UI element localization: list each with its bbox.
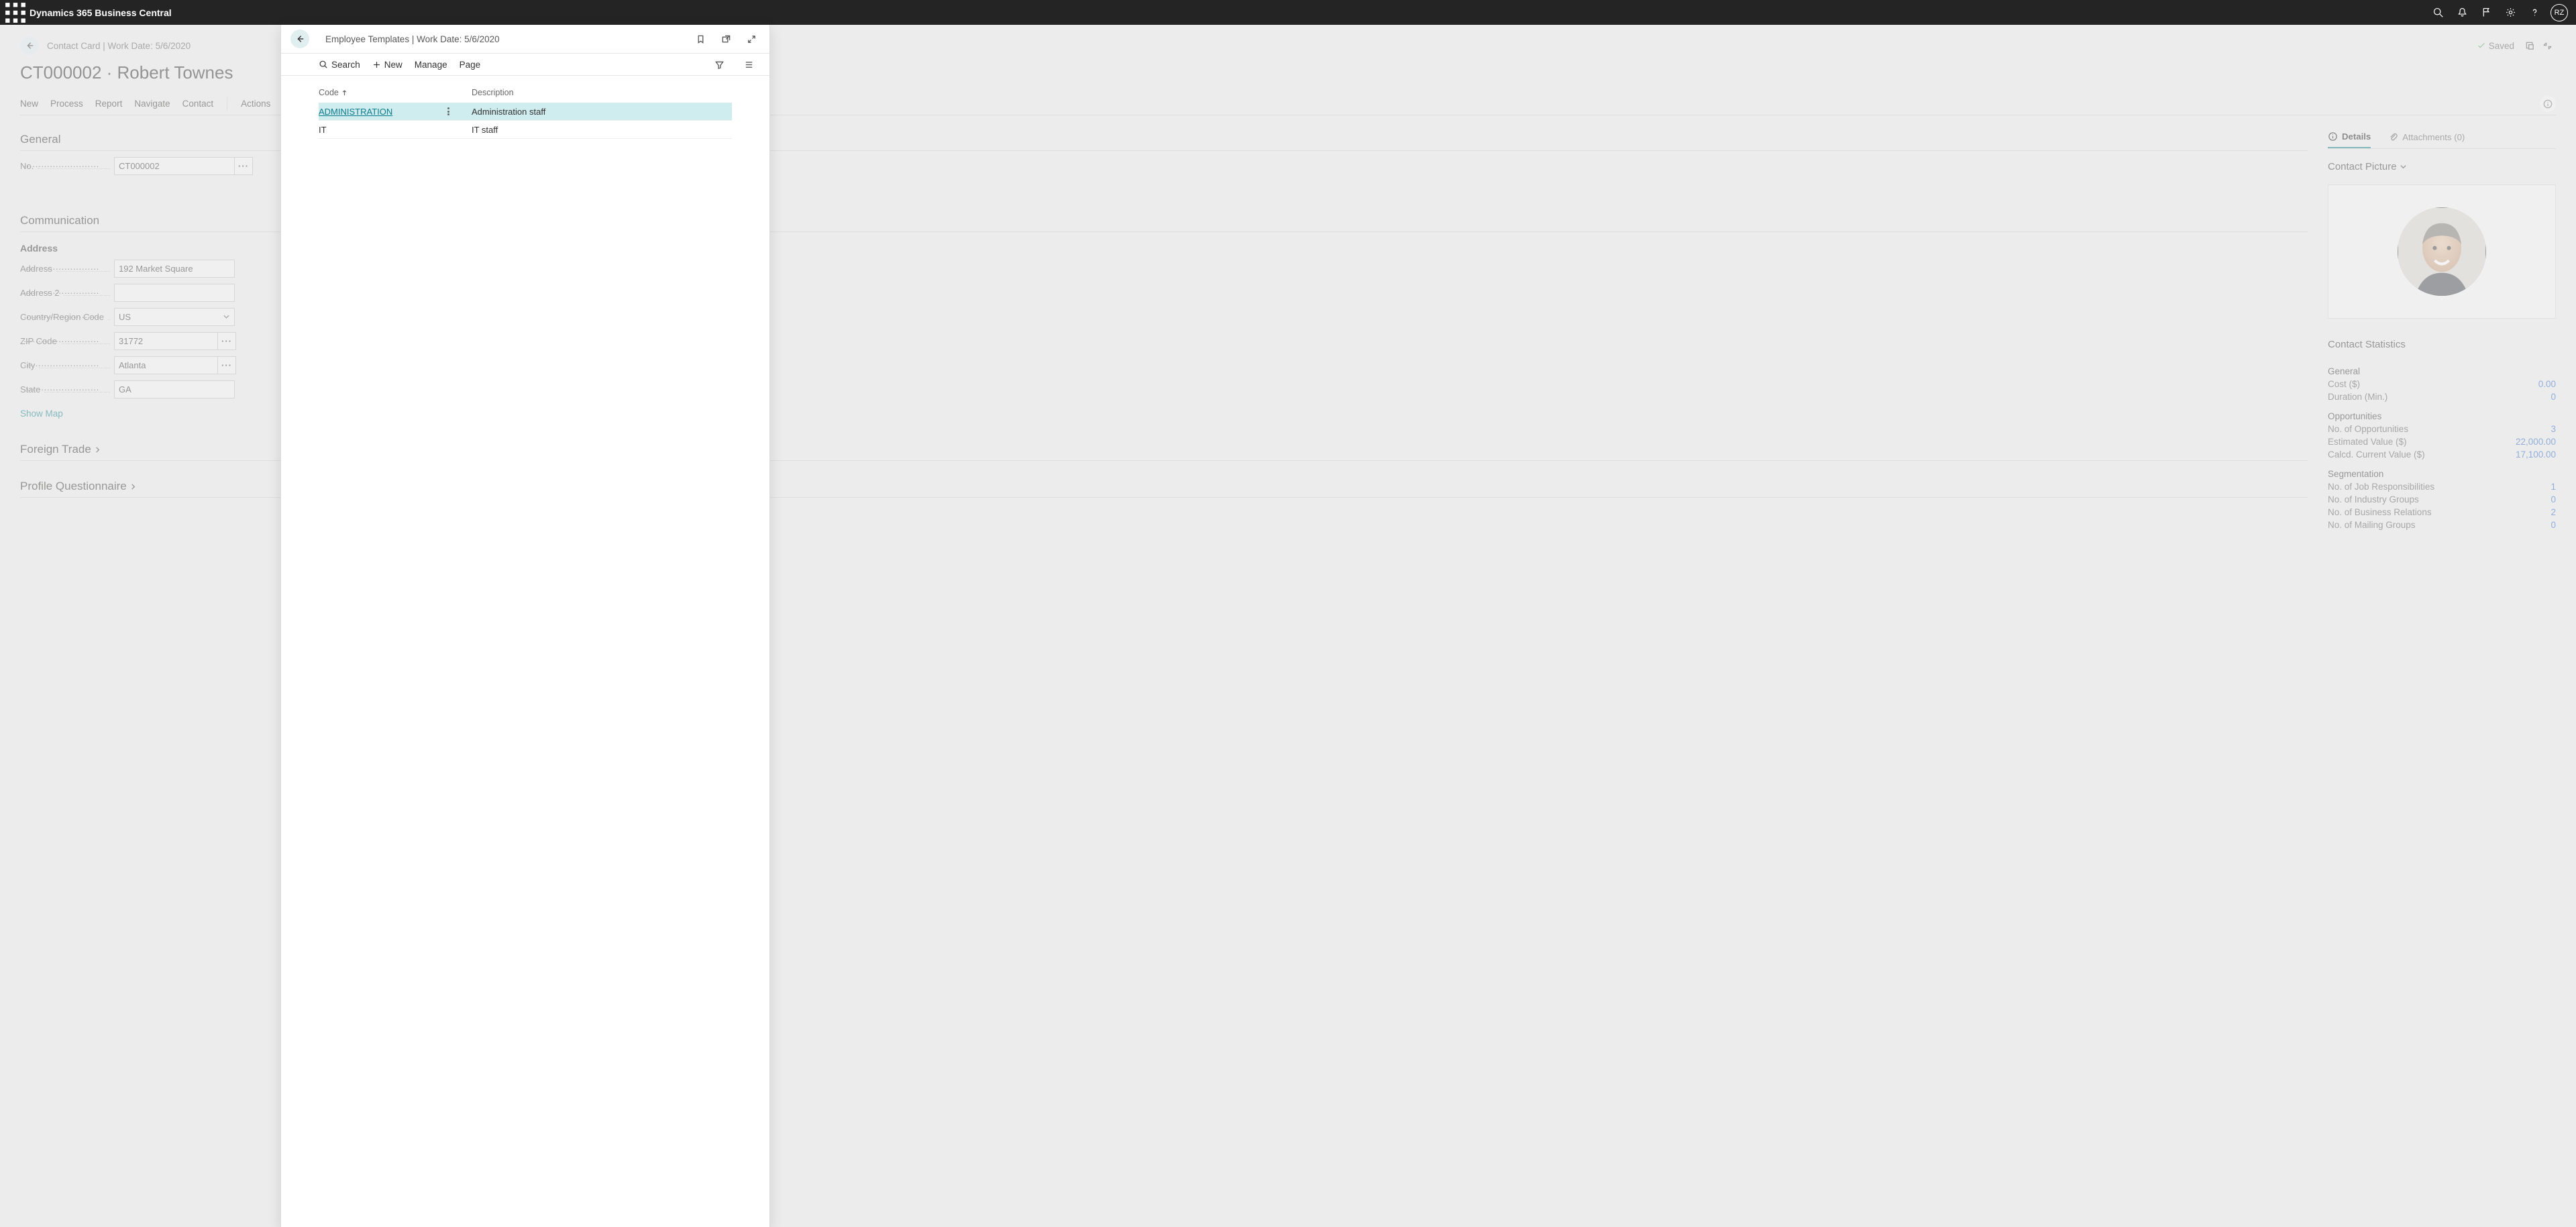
cell-code: IT xyxy=(319,125,472,135)
sort-asc-icon xyxy=(341,90,347,96)
cell-description: IT staff xyxy=(472,125,732,135)
table-row[interactable]: ADMINISTRATION Administration staff xyxy=(319,103,732,121)
flag-icon[interactable] xyxy=(2474,1,2498,25)
app-launcher-icon[interactable] xyxy=(4,1,27,24)
popout-icon[interactable] xyxy=(717,30,735,48)
employee-templates-panel: Employee Templates | Work Date: 5/6/2020… xyxy=(280,25,770,1227)
topbar: Dynamics 365 Business Central RZ xyxy=(0,0,2576,25)
row-more-icon[interactable] xyxy=(447,107,457,115)
panel-breadcrumb: Employee Templates | Work Date: 5/6/2020 xyxy=(325,34,500,44)
code-link[interactable]: ADMINISTRATION xyxy=(319,107,392,117)
table-row[interactable]: IT IT staff xyxy=(319,121,732,139)
col-code-label[interactable]: Code xyxy=(319,88,339,97)
panel-new-label: New xyxy=(384,60,402,70)
gear-icon[interactable] xyxy=(2498,1,2522,25)
list-view-icon[interactable] xyxy=(740,56,757,73)
search-icon xyxy=(319,60,328,69)
bookmark-icon[interactable] xyxy=(692,30,709,48)
table-header: Code Description xyxy=(319,83,732,103)
expand-icon[interactable] xyxy=(743,30,760,48)
search-icon[interactable] xyxy=(2426,1,2450,25)
app-title: Dynamics 365 Business Central xyxy=(30,7,172,18)
panel-page[interactable]: Page xyxy=(460,60,481,70)
code-text[interactable]: IT xyxy=(319,125,327,135)
panel-search[interactable]: Search xyxy=(319,60,360,70)
cell-description: Administration staff xyxy=(472,107,732,117)
panel-action-bar: Search New Manage Page xyxy=(281,53,769,76)
help-icon[interactable] xyxy=(2522,1,2546,25)
filter-icon[interactable] xyxy=(710,56,728,73)
panel-new[interactable]: New xyxy=(372,60,402,70)
plus-icon xyxy=(372,60,381,69)
cell-code: ADMINISTRATION xyxy=(319,107,472,117)
panel-search-label: Search xyxy=(331,60,360,70)
panel-manage[interactable]: Manage xyxy=(415,60,447,70)
user-avatar[interactable]: RZ xyxy=(2551,4,2568,21)
notifications-icon[interactable] xyxy=(2450,1,2474,25)
panel-back-button[interactable] xyxy=(290,30,309,48)
table-body: ADMINISTRATION Administration staff IT IT s… xyxy=(319,103,732,139)
col-desc-label[interactable]: Description xyxy=(472,88,732,97)
